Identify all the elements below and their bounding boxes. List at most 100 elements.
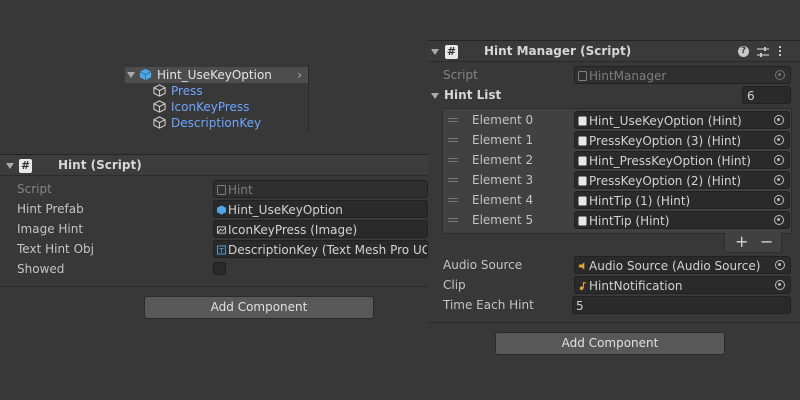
expand-arrow-icon[interactable] [127,72,135,78]
foldout-arrow-icon[interactable] [6,163,14,169]
gameobject-cube-icon [153,116,166,129]
add-component-button[interactable]: Add Component [495,332,725,355]
hierarchy-child-label: IconKeyPress [171,100,250,114]
element-label: Element 0 [472,113,534,127]
hint-prefab-value: Hint_UseKeyOption [228,203,343,217]
hint-list-label[interactable]: Hint List [444,85,501,105]
element-label: Element 5 [472,213,534,227]
drag-handle-icon[interactable] [448,158,458,162]
svg-text:T: T [218,246,224,255]
audio-source-value: Audio Source (Audio Source) [589,259,761,273]
list-item[interactable]: Element 5 HintTip (Hint) [443,210,791,230]
divider [0,286,428,287]
object-picker-icon[interactable] [774,175,784,185]
text-hint-obj-label: Text Hint Obj [17,242,94,256]
script-hash-icon: # [445,45,458,59]
element-field[interactable]: PressKeyOption (3) (Hint) [574,131,790,149]
script-field: Hint [213,180,428,198]
object-picker-icon[interactable] [774,215,784,225]
kebab-menu-icon[interactable] [778,45,782,59]
element-label: Element 4 [472,193,534,207]
object-picker-icon[interactable] [775,70,785,80]
clip-value: HintNotification [589,279,683,293]
component-title: Hint (Script) [58,158,142,172]
hint-list-size-field[interactable]: 6 [742,86,791,104]
audio-source-label: Audio Source [443,258,523,272]
clip-label: Clip [443,278,466,292]
object-picker-icon[interactable] [774,195,784,205]
object-picker-icon[interactable] [774,135,784,145]
audio-source-field[interactable]: Audio Source (Audio Source) [574,256,791,274]
prefab-icon [217,205,226,215]
script-icon [578,136,587,146]
element-value: Hint_PressKeyOption (Hint) [589,154,751,168]
script-icon [578,71,587,81]
element-field[interactable]: Hint_PressKeyOption (Hint) [574,151,790,169]
showed-checkbox[interactable] [213,262,226,275]
hint-list-foldout-icon[interactable] [431,93,439,99]
settings-sliders-icon[interactable] [757,46,769,58]
script-value: Hint [228,183,253,197]
script-label: Script [17,182,52,196]
help-icon[interactable]: ? [738,46,749,57]
image-hint-field[interactable]: IconKeyPress (Image) [213,220,428,238]
hierarchy-panel: Hint_UseKeyOption › Press IconKeyPress D… [120,64,310,134]
hint-prefab-label: Hint Prefab [17,202,84,216]
element-field[interactable]: PressKeyOption (2) (Hint) [574,171,790,189]
hm-script-value: HintManager [589,69,667,83]
element-field[interactable]: HintTip (1) (Hint) [574,191,790,209]
hint-prefab-field[interactable]: Hint_UseKeyOption [213,200,428,218]
time-each-hint-label: Time Each Hint [443,298,534,312]
drag-handle-icon[interactable] [448,198,458,202]
object-picker-icon[interactable] [775,280,785,290]
element-value: PressKeyOption (2) (Hint) [589,174,742,188]
element-value: Hint_UseKeyOption (Hint) [589,114,742,128]
drag-handle-icon[interactable] [448,118,458,122]
text-hint-obj-field[interactable]: T DescriptionKey (Text Mesh Pro UGU [213,240,428,258]
object-picker-icon[interactable] [775,260,785,270]
component-title: Hint Manager (Script) [484,44,632,58]
script-icon [578,176,587,186]
gameobject-cube-icon [153,84,166,97]
drag-handle-icon[interactable] [448,138,458,142]
element-label: Element 1 [472,133,534,147]
script-icon [578,156,587,166]
list-item[interactable]: Element 4 HintTip (1) (Hint) [443,190,791,210]
image-hint-value: IconKeyPress (Image) [228,223,358,237]
audio-clip-icon [579,281,587,291]
hierarchy-divider [308,64,309,132]
add-element-button[interactable]: + [735,232,748,251]
time-each-hint-field[interactable]: 5 [572,296,791,314]
list-item[interactable]: Element 3 PressKeyOption (2) (Hint) [443,170,791,190]
hint-manager-header[interactable]: # Hint Manager (Script) ? [428,40,800,62]
list-item[interactable]: Element 0 Hint_UseKeyOption (Hint) [443,110,791,130]
list-item[interactable]: Element 1 PressKeyOption (3) (Hint) [443,130,791,150]
hm-script-field: HintManager [574,66,791,84]
element-value: HintTip (1) (Hint) [589,194,691,208]
drag-handle-icon[interactable] [448,218,458,222]
object-picker-icon[interactable] [774,155,784,165]
image-icon [217,226,226,234]
element-label: Element 3 [472,173,534,187]
clip-field[interactable]: HintNotification [574,276,791,294]
list-item[interactable]: Element 2 Hint_PressKeyOption (Hint) [443,150,791,170]
script-hash-icon: # [19,159,32,173]
element-field[interactable]: HintTip (Hint) [574,211,790,229]
text-icon: T [217,245,226,255]
hierarchy-child-label: DescriptionKey [171,116,262,130]
hint-component-header[interactable]: # Hint (Script) [0,154,428,176]
element-field[interactable]: Hint_UseKeyOption (Hint) [574,111,790,129]
foldout-arrow-icon[interactable] [431,49,439,55]
object-picker-icon[interactable] [774,115,784,125]
remove-element-button[interactable]: − [760,232,773,251]
hierarchy-child-label: Press [171,84,203,98]
drag-handle-icon[interactable] [448,178,458,182]
chevron-right-icon[interactable]: › [297,67,302,83]
hm-script-label: Script [443,68,478,82]
element-value: HintTip (Hint) [589,214,670,228]
text-hint-obj-value: DescriptionKey (Text Mesh Pro UGU [228,243,428,257]
script-icon [578,216,587,226]
hierarchy-selected-row[interactable]: Hint_UseKeyOption › [125,67,308,83]
prefab-cube-icon [139,68,152,81]
add-component-button[interactable]: Add Component [144,296,374,319]
